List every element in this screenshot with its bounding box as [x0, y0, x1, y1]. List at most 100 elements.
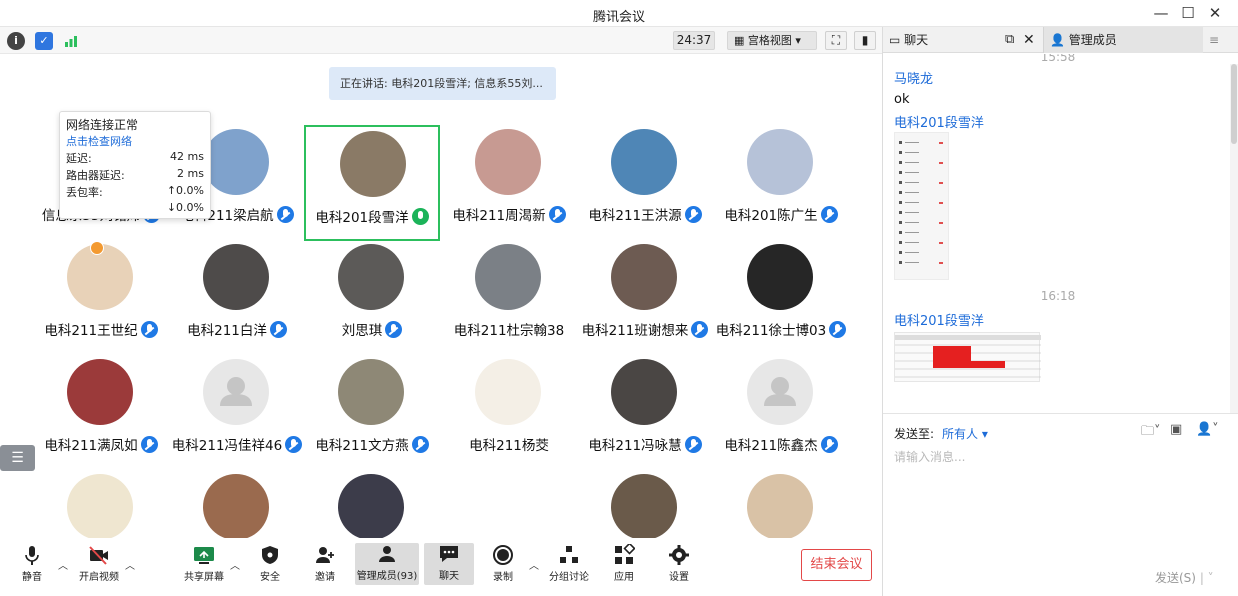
tab-manage-members[interactable]: 👤 管理成员 [1043, 27, 1203, 53]
avatar [747, 129, 813, 195]
avatar [203, 129, 269, 195]
chat-panel: ▭ 聊天 ⧉ ✕ 👤 管理成员 ≡ 15:58 马晓龙 ok 电科201段雪洋 … [882, 27, 1238, 596]
avatar [340, 131, 406, 197]
avatar [203, 359, 269, 425]
participant-tile[interactable]: 电科201陈广生 [713, 125, 849, 241]
avatar [475, 359, 541, 425]
avatar [747, 359, 813, 425]
grid-icon: ▦ [734, 34, 745, 47]
screenshot-icon[interactable]: ▣ [1170, 422, 1182, 437]
participant-tile[interactable]: 电科211徐士博03 [713, 240, 849, 356]
chat-compose: 发送至: 所有人 ▾ 🗀˅ ▣ 👤˅ 请输入消息... 发送(S) | ˅ [883, 413, 1238, 596]
chat-tab-icon: ▭ [889, 33, 901, 47]
settings-button[interactable]: 设置 [654, 544, 704, 583]
avatar [203, 474, 269, 540]
share-screen-button[interactable]: 共享屏幕 [179, 544, 229, 583]
fullscreen-icon[interactable]: ⛶ [825, 31, 847, 50]
video-grid: 正在讲话: 电科201段雪洋; 信息系55刘... 信息系55刘铭炜电科211梁… [0, 55, 882, 596]
message-sender[interactable]: 电科201段雪洋 [894, 112, 984, 131]
close-chat-icon[interactable]: ✕ [1023, 27, 1035, 53]
video-off-icon [89, 546, 108, 565]
avatar [338, 359, 404, 425]
members-tab-icon: 👤 [1050, 33, 1065, 47]
mic-muted-icon [820, 436, 838, 453]
record-button[interactable]: 录制 [478, 544, 528, 583]
spreadsheet-image-attachment[interactable] [894, 332, 1041, 382]
timestamp: 16:18 [1040, 289, 1076, 303]
record-options-caret[interactable]: ︿ [529, 557, 539, 572]
end-meeting-button[interactable]: 结束会议 [801, 549, 872, 581]
message-sender[interactable]: 电科201段雪洋 [894, 310, 984, 329]
send-to-dropdown[interactable]: 所有人 ▾ [942, 427, 988, 441]
video-button[interactable]: 开启视频 [74, 544, 124, 583]
send-button[interactable]: 发送(S) | ˅ [1155, 569, 1214, 586]
mute-button[interactable]: 静音 [7, 544, 57, 583]
mention-user-icon[interactable]: 👤˅ [1196, 422, 1219, 437]
avatar [747, 244, 813, 310]
chat-panel-tabs: ▭ 聊天 ⧉ ✕ 👤 管理成员 ≡ [883, 27, 1238, 53]
chat-messages: 15:58 马晓龙 ok 电科201段雪洋 16:18 电科201段雪洋 [883, 54, 1229, 440]
tab-chat[interactable]: ▭ 聊天 [889, 27, 928, 53]
panel-menu-icon[interactable]: ≡ [1209, 27, 1219, 53]
latency-value: 42 ms [170, 150, 204, 163]
latency-label: 延迟: [66, 152, 92, 165]
avatar [475, 244, 541, 310]
chevron-down-icon: ▾ [795, 34, 801, 47]
participant-list-toggle-icon[interactable]: ☰ [0, 445, 35, 471]
apps-label: 应用 [614, 572, 634, 583]
record-label: 录制 [493, 572, 513, 583]
popout-icon[interactable]: ⧉ [1005, 27, 1014, 53]
chat-bubble-icon [440, 546, 458, 562]
minimize-button[interactable]: — [1150, 3, 1172, 23]
invite-button[interactable]: 邀请 [300, 544, 350, 583]
message-sender[interactable]: 马晓龙 [894, 68, 933, 87]
folder-icon[interactable]: 🗀˅ [1141, 422, 1161, 444]
avatar [475, 474, 541, 540]
share-options-caret[interactable]: ︿ [230, 557, 240, 572]
shield-icon[interactable]: ✓ [35, 32, 53, 50]
router-latency-label: 路由器延迟: [66, 169, 125, 182]
participant-tile[interactable]: 刘思琪 [304, 240, 440, 356]
avatar [611, 474, 677, 540]
send-to-row: 发送至: 所有人 ▾ [894, 425, 988, 442]
microphone-icon [25, 546, 39, 565]
info-icon[interactable]: i [7, 32, 25, 50]
apps-icon [615, 544, 635, 564]
signal-icon[interactable] [62, 32, 80, 50]
manage-members-button[interactable]: 管理成员(93) [355, 543, 419, 585]
record-icon [493, 545, 513, 565]
settings-label: 设置 [669, 572, 689, 583]
default-user-icon [220, 377, 252, 406]
router-latency-value: 2 ms [177, 167, 204, 180]
avatar [203, 244, 269, 310]
add-user-icon [316, 547, 334, 563]
security-button[interactable]: 安全 [245, 544, 295, 583]
image-attachment[interactable] [894, 132, 949, 280]
avatar [338, 244, 404, 310]
mute-label: 静音 [22, 572, 42, 583]
mute-options-caret[interactable]: ︿ [58, 557, 68, 572]
participant-name: 电科211徐士博03 [693, 319, 869, 339]
gear-icon [669, 545, 689, 565]
members-icon [379, 546, 395, 562]
apps-button[interactable]: 应用 [599, 544, 649, 583]
participant-name: 电科211陈鑫杰 [693, 434, 869, 454]
window-title: 腾讯会议 [592, 10, 645, 25]
chat-button[interactable]: 聊天 [424, 543, 474, 585]
participant-tile[interactable]: 电科211陈鑫杰 [713, 355, 849, 471]
maximize-button[interactable]: ☐ [1177, 3, 1199, 23]
security-label: 安全 [260, 572, 280, 583]
sidebar-toggle-icon[interactable]: ▮ [854, 31, 876, 50]
video-options-caret[interactable]: ︿ [125, 557, 135, 572]
grid-view-dropdown[interactable]: ▦ 宫格视图 ▾ [727, 31, 817, 50]
breakout-button[interactable]: 分组讨论 [544, 544, 594, 583]
check-network-link[interactable]: 点击检查网络 [66, 133, 132, 150]
chat-scrollbar[interactable] [1230, 64, 1238, 440]
participant-tile[interactable]: 电科211文方燕 [304, 355, 440, 471]
grid-view-label: 宫格视图 [747, 34, 792, 47]
participant-tile[interactable]: 电科201段雪洋 [304, 125, 440, 241]
tab-members-label: 管理成员 [1068, 33, 1117, 47]
message-input[interactable]: 请输入消息... [894, 448, 965, 465]
avatar [67, 474, 133, 540]
close-button[interactable]: ✕ [1204, 3, 1226, 23]
